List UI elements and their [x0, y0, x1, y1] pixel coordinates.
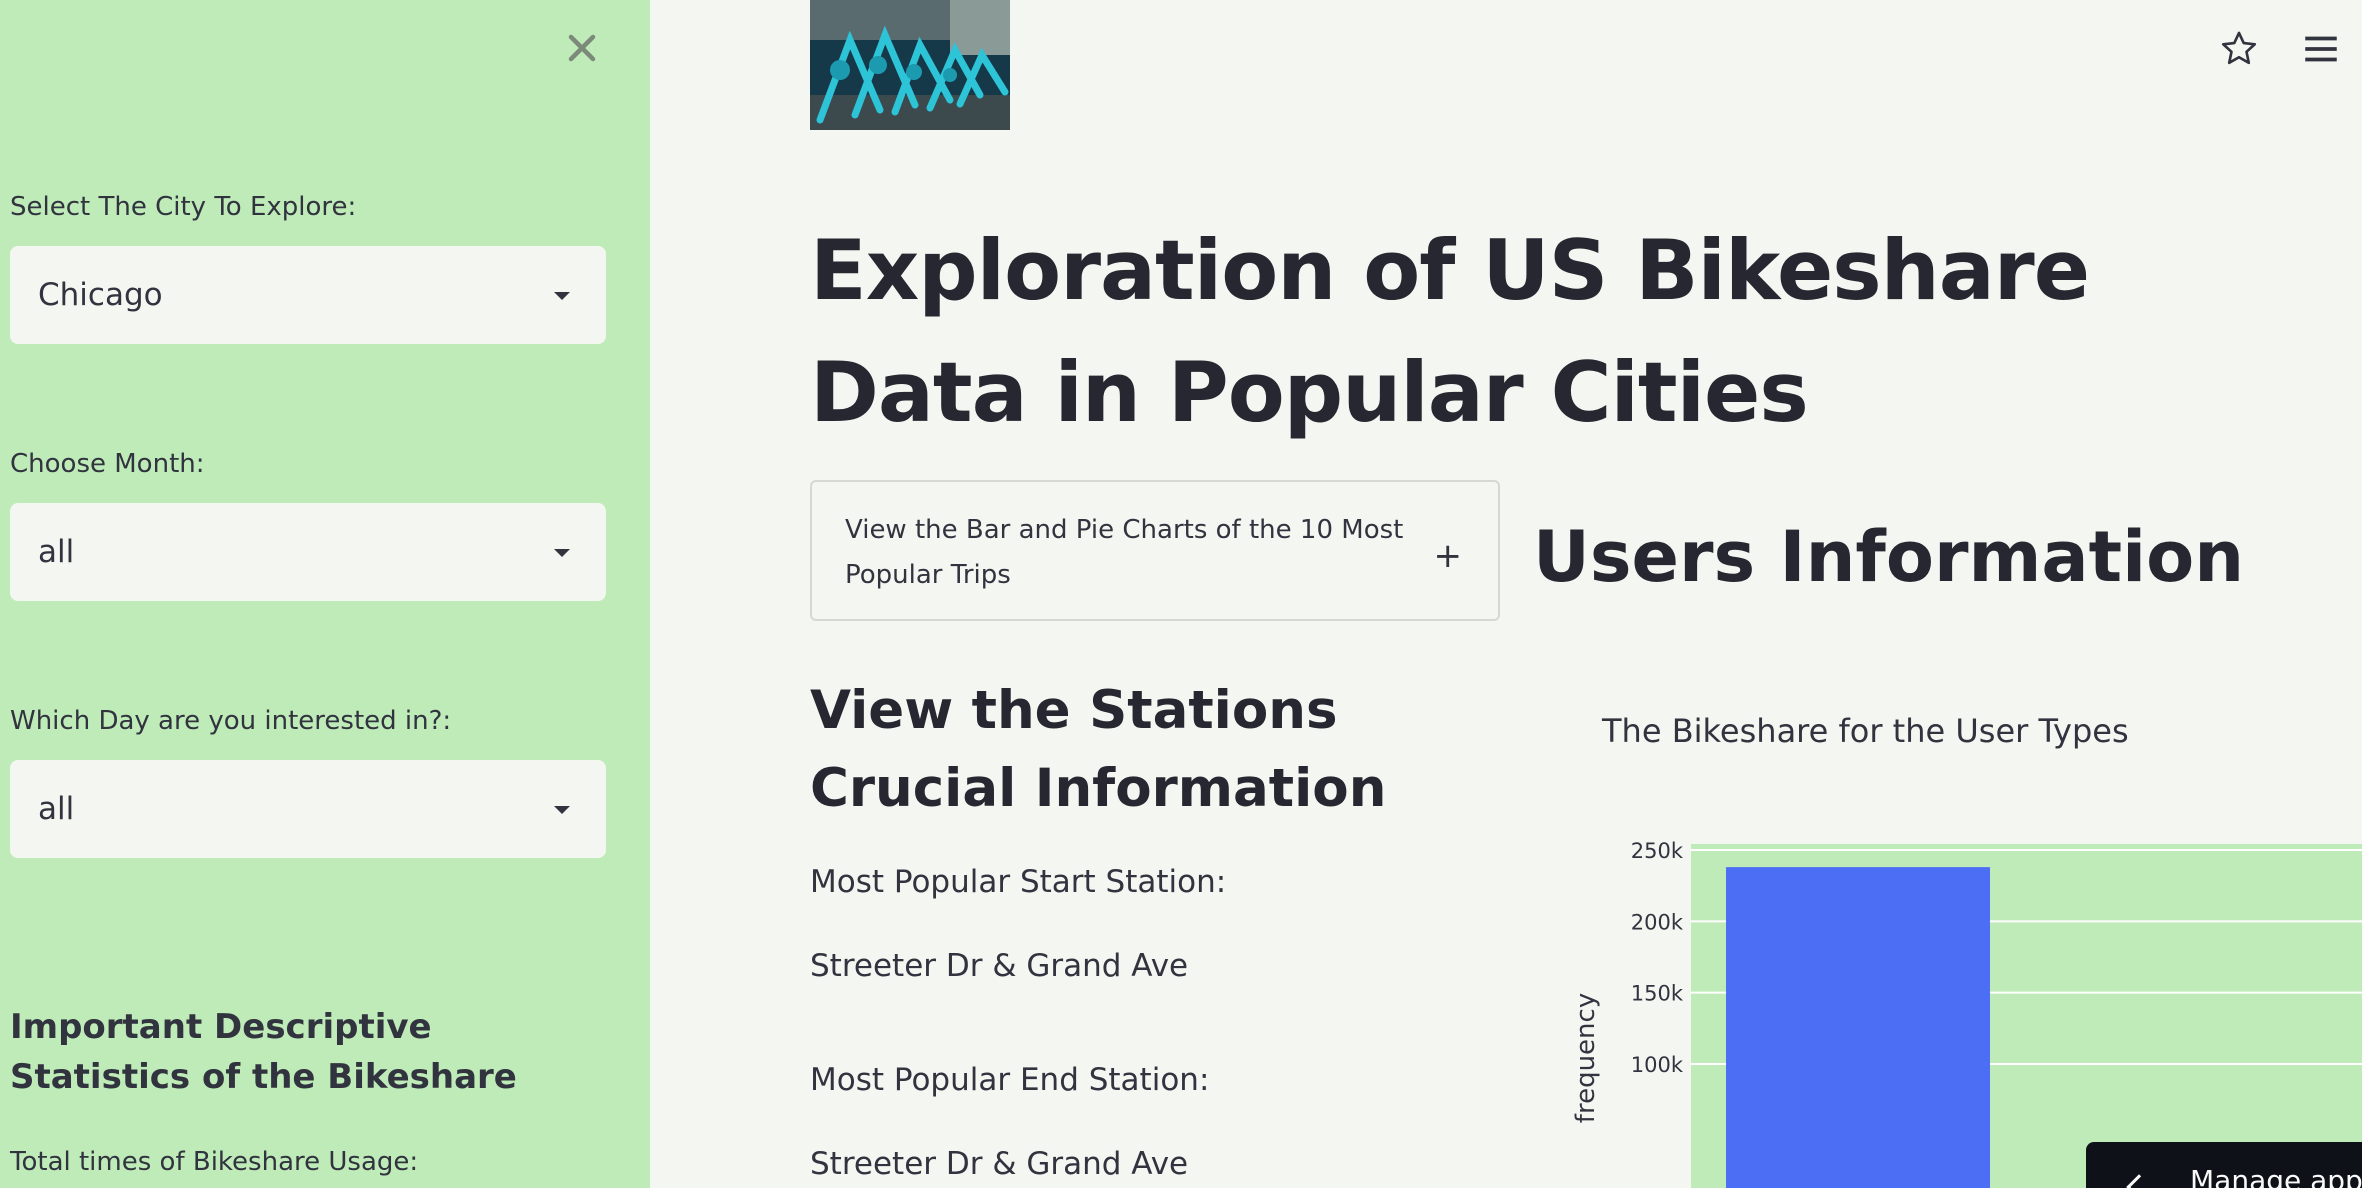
y-tick-label: 250k [1631, 839, 1684, 863]
chevron-down-icon [554, 549, 570, 557]
page-title: Exploration of US Bikeshare Data in Popu… [810, 222, 2090, 441]
month-select-label: Choose Month: [10, 449, 205, 479]
stats-heading: Important Descriptive Statistics of the … [10, 1007, 517, 1097]
end-station-value: Streeter Dr & Grand Ave [810, 1146, 1189, 1182]
plus-icon: + [1433, 536, 1463, 576]
popular-trips-expander[interactable]: View the Bar and Pie Charts of the 10 Mo… [810, 480, 1500, 621]
day-select-value: all [38, 791, 75, 827]
bars [1726, 867, 1990, 1188]
month-select[interactable]: all [10, 503, 606, 601]
y-tick-label: 100k [1631, 1053, 1684, 1077]
start-station-label: Most Popular Start Station: [810, 864, 1227, 900]
manage-app-button[interactable]: Manage app [2086, 1142, 2362, 1188]
y-tick-label: 150k [1631, 982, 1684, 1006]
chevron-down-icon [554, 806, 570, 814]
day-select[interactable]: all [10, 760, 606, 858]
hamburger-menu-icon [2305, 36, 2337, 62]
sidebar: Select The City To Explore: Chicago Choo… [0, 0, 650, 1188]
expander-label: View the Bar and Pie Charts of the 10 Mo… [845, 515, 1404, 590]
users-information-heading: Users Information [1533, 516, 2245, 598]
user-types-bar-chart: 100k 150k 200k 250k frequency [1571, 839, 2362, 1188]
city-select-value: Chicago [38, 277, 163, 313]
y-axis-label: frequency [1571, 993, 1601, 1123]
app-root: Select The City To Explore: Chicago Choo… [0, 0, 2362, 1188]
stations-information-heading: View the Stations Crucial Information [810, 680, 1387, 819]
bikes-photo [810, 0, 1010, 130]
start-station-value: Streeter Dr & Grand Ave [810, 948, 1189, 984]
total-usage-label: Total times of Bikeshare Usage: [10, 1147, 419, 1177]
chart-title: The Bikeshare for the User Types [1602, 712, 2129, 750]
chevron-down-icon [554, 292, 570, 300]
city-select[interactable]: Chicago [10, 246, 606, 344]
manage-app-label: Manage app [2190, 1164, 2362, 1188]
bar[interactable] [1726, 867, 1990, 1188]
end-station-label: Most Popular End Station: [810, 1062, 1210, 1098]
star-button[interactable] [2218, 28, 2260, 70]
y-tick-label: 200k [1631, 910, 1684, 934]
chevron-left-icon [2126, 1174, 2152, 1188]
star-icon [2221, 31, 2257, 65]
day-select-label: Which Day are you interested in?: [10, 706, 452, 736]
y-tick-labels: 100k 150k 200k 250k [1631, 839, 1684, 1077]
city-select-label: Select The City To Explore: [10, 192, 357, 222]
close-sidebar-button[interactable] [562, 28, 602, 68]
month-select-value: all [38, 534, 75, 570]
main-menu-button[interactable] [2300, 28, 2342, 70]
close-icon [568, 34, 596, 62]
header-bike-image [810, 0, 1010, 130]
